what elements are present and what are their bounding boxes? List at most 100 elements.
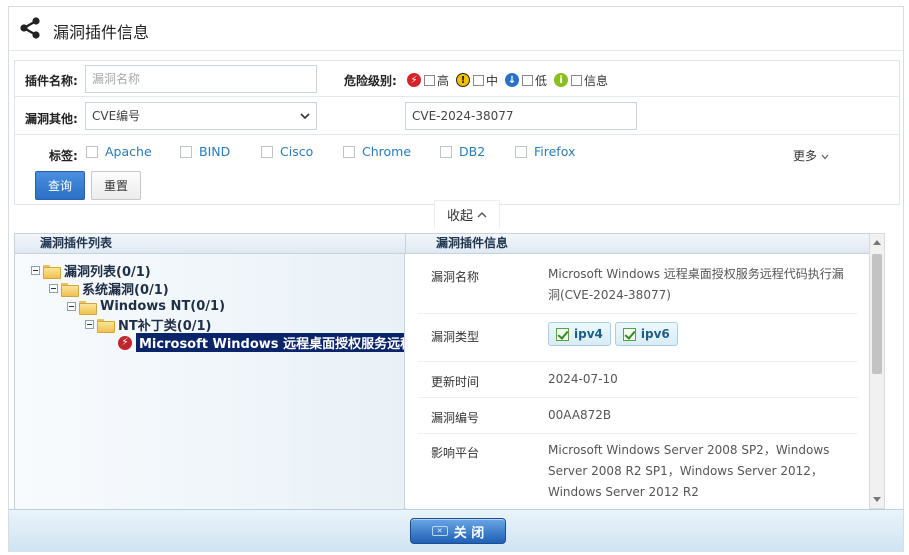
detail-label: 影响平台 bbox=[431, 446, 480, 460]
other-label: 漏洞其他: bbox=[25, 112, 78, 126]
risk-label: 危险级别: bbox=[344, 74, 397, 88]
tag-bind[interactable]: BIND bbox=[179, 144, 230, 159]
tree-node-plugin[interactable]: ⚡ Microsoft Windows 远程桌面授权服务远程代码执行漏洞 bbox=[118, 333, 404, 352]
chevron-up-icon bbox=[477, 212, 487, 218]
tree-node-nt-patch[interactable]: NT补丁类(0/1) bbox=[85, 316, 212, 334]
filter-panel: 插件名称: 漏洞名称 危险级别: ⚡ 高 ! 中 ↓ 低 i 信息 漏洞其他: … bbox=[14, 60, 900, 205]
other-type-value: CVE编号 bbox=[92, 109, 141, 123]
folder-icon bbox=[97, 318, 115, 333]
scroll-down-icon[interactable] bbox=[873, 497, 881, 502]
detail-value: Microsoft Windows Server 2008 SP2，Window… bbox=[548, 443, 830, 499]
detail-value: Microsoft Windows 远程桌面授权服务远程代码执行漏洞(CVE-2… bbox=[548, 267, 844, 302]
tag-checkbox[interactable] bbox=[343, 145, 355, 158]
scroll-up-icon[interactable] bbox=[873, 240, 881, 245]
detail-label: 更新时间 bbox=[431, 375, 480, 389]
type-chips: ipv4 ipv6 bbox=[548, 322, 853, 346]
share-icon bbox=[20, 17, 40, 39]
close-button[interactable]: ✕ 关 闭 bbox=[410, 518, 506, 544]
tag-label: DB2 bbox=[459, 144, 486, 159]
more-label: 更多 bbox=[793, 149, 818, 163]
tree-node-windows-nt[interactable]: Windows NT(0/1) bbox=[67, 298, 225, 315]
detail-row-platform: 影响平台 Microsoft Windows Server 2008 SP2，W… bbox=[418, 434, 858, 509]
tag-db2[interactable]: DB2 bbox=[439, 144, 485, 159]
plugin-info-dialog: 漏洞插件信息 插件名称: 漏洞名称 危险级别: ⚡ 高 ! 中 ↓ 低 i 信息… bbox=[8, 6, 904, 552]
tag-checkbox[interactable] bbox=[261, 145, 273, 158]
tree-node-root[interactable]: 漏洞列表(0/1) bbox=[31, 262, 151, 280]
detail-row-update: 更新时间 2024-07-10 bbox=[418, 362, 858, 398]
chip-label: ipv4 bbox=[574, 326, 603, 341]
tag-checkbox[interactable] bbox=[86, 145, 98, 158]
collapse-label: 收起 bbox=[446, 209, 473, 224]
low-risk-checkbox[interactable] bbox=[522, 74, 534, 86]
dialog-footer: ✕ 关 闭 bbox=[9, 509, 903, 552]
tree-node-label: Microsoft Windows 远程桌面授权服务远程代码执行漏洞 bbox=[136, 333, 404, 352]
filter-row-other: 漏洞其他: CVE编号 CVE-2024-38077 bbox=[15, 97, 899, 135]
cve-input[interactable]: CVE-2024-38077 bbox=[405, 102, 637, 130]
collapse-node-icon[interactable] bbox=[49, 284, 58, 293]
plugin-tree: 漏洞列表(0/1) 系统漏洞(0/1) Windows NT(0/1) NT补丁… bbox=[15, 254, 405, 509]
detail-value: 2024-07-10 bbox=[548, 372, 618, 386]
chip-label: ipv6 bbox=[640, 326, 670, 341]
query-button[interactable]: 查询 bbox=[35, 171, 85, 200]
tree-node-label: 系统漏洞(0/1) bbox=[82, 283, 169, 298]
scroll-thumb[interactable] bbox=[872, 254, 882, 374]
medium-risk-icon: ! bbox=[456, 73, 471, 87]
close-icon: ✕ bbox=[431, 526, 448, 536]
detail-value: 00AA872B bbox=[548, 408, 612, 422]
info-risk-label: 信息 bbox=[584, 73, 609, 88]
tag-firefox[interactable]: Firefox bbox=[514, 144, 575, 159]
detail-row-id: 漏洞编号 00AA872B bbox=[418, 398, 858, 434]
tree-node-system[interactable]: 系统漏洞(0/1) bbox=[49, 280, 169, 298]
info-risk-checkbox[interactable] bbox=[571, 74, 583, 86]
collapse-toggle[interactable]: 收起 bbox=[434, 200, 500, 228]
high-risk-icon: ⚡ bbox=[407, 73, 421, 87]
tag-chrome[interactable]: Chrome bbox=[342, 144, 411, 159]
tag-apache[interactable]: Apache bbox=[85, 144, 152, 159]
ipv4-chip: ipv4 bbox=[548, 322, 611, 346]
folder-icon bbox=[79, 300, 97, 315]
low-risk-label: 低 bbox=[535, 73, 548, 88]
detail-label: 漏洞编号 bbox=[431, 411, 480, 425]
high-risk-icon: ⚡ bbox=[118, 335, 132, 350]
collapse-node-icon[interactable] bbox=[85, 320, 94, 329]
risk-level-options: ⚡ 高 ! 中 ↓ 低 i 信息 bbox=[407, 72, 608, 88]
check-icon bbox=[556, 327, 569, 341]
low-risk-icon: ↓ bbox=[505, 73, 520, 87]
plugin-browser: 漏洞插件列表 漏洞插件信息 漏洞列表(0/1) 系统漏洞(0/1) Window… bbox=[14, 233, 869, 509]
detail-label: 漏洞类型 bbox=[431, 330, 480, 344]
tag-label: Apache bbox=[105, 144, 152, 159]
high-risk-checkbox[interactable] bbox=[424, 74, 435, 86]
dialog-header: 漏洞插件信息 bbox=[9, 7, 903, 51]
tag-label: Firefox bbox=[534, 144, 576, 159]
tag-label: BIND bbox=[199, 144, 231, 159]
detail-row-name: 漏洞名称 Microsoft Windows 远程桌面授权服务远程代码执行漏洞(… bbox=[418, 254, 858, 314]
info-header: 漏洞插件信息 bbox=[405, 234, 869, 254]
name-input[interactable]: 漏洞名称 bbox=[85, 65, 317, 93]
tag-label: Cisco bbox=[280, 144, 314, 159]
reset-button[interactable]: 重置 bbox=[91, 171, 141, 200]
details-scrollbar[interactable] bbox=[869, 233, 885, 509]
chevron-down-icon bbox=[821, 154, 829, 160]
medium-risk-label: 中 bbox=[486, 73, 499, 88]
tag-checkbox[interactable] bbox=[515, 145, 527, 158]
tree-node-label: 漏洞列表(0/1) bbox=[64, 265, 151, 280]
collapse-node-icon[interactable] bbox=[31, 266, 40, 275]
tag-checkbox[interactable] bbox=[440, 145, 452, 158]
tree-node-label: Windows NT(0/1) bbox=[100, 299, 226, 314]
tag-checkbox[interactable] bbox=[180, 145, 192, 158]
more-tags-link[interactable]: 更多 bbox=[793, 147, 829, 164]
tree-node-label: NT补丁类(0/1) bbox=[118, 319, 212, 334]
chevron-down-icon bbox=[300, 113, 310, 120]
medium-risk-checkbox[interactable] bbox=[473, 74, 485, 86]
ipv6-chip: ipv6 bbox=[614, 322, 678, 346]
check-icon bbox=[622, 327, 636, 341]
detail-label: 漏洞名称 bbox=[431, 270, 480, 284]
collapse-node-icon[interactable] bbox=[67, 302, 76, 311]
info-risk-icon: i bbox=[554, 73, 569, 87]
tag-label: Chrome bbox=[362, 144, 412, 159]
tag-row: 标签: Apache BIND Cisco Chrome DB2 Firefox… bbox=[15, 141, 899, 163]
detail-row-type: 漏洞类型 ipv4 ipv6 bbox=[418, 314, 858, 362]
close-label: 关 闭 bbox=[453, 525, 485, 541]
tag-cisco[interactable]: Cisco bbox=[260, 144, 313, 159]
other-type-select[interactable]: CVE编号 bbox=[85, 102, 317, 130]
